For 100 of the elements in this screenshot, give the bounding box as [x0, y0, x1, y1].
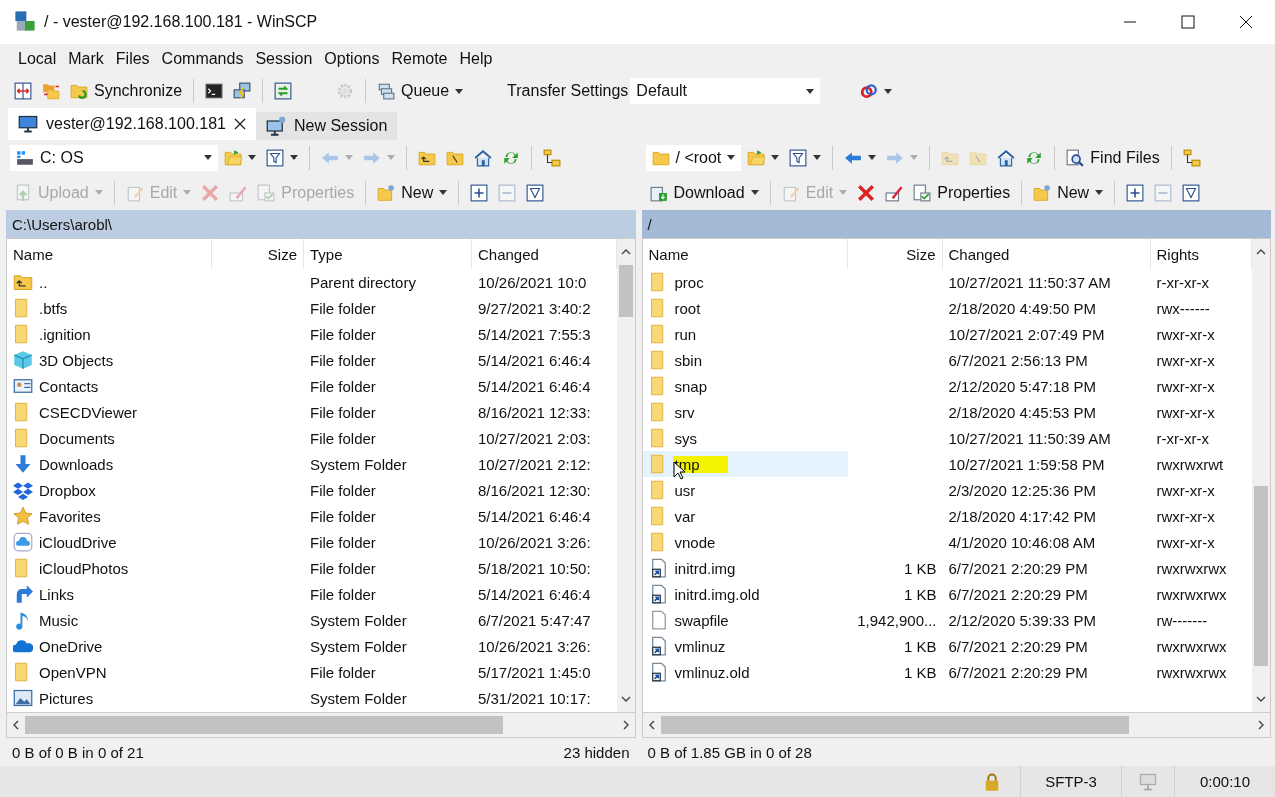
file-rights: rwxrwxrwx — [1156, 637, 1227, 655]
file-name-cell[interactable]: Downloads — [7, 451, 212, 477]
transfer-settings-dropdown[interactable]: Default — [630, 78, 821, 104]
file-type: File folder — [310, 481, 376, 499]
menu-item[interactable]: Session — [249, 47, 319, 71]
queue-button[interactable]: Queue — [373, 79, 468, 103]
vertical-scrollbar[interactable] — [616, 239, 635, 712]
scroll-down-icon[interactable] — [620, 694, 631, 704]
column-header[interactable]: Size — [212, 239, 304, 269]
menu-item[interactable]: Files — [109, 47, 156, 71]
file-name-cell[interactable]: Pictures — [7, 685, 212, 711]
scroll-thumb[interactable] — [25, 716, 503, 734]
file-name-cell[interactable]: vmlinuz.old — [642, 659, 848, 685]
file-name-cell[interactable]: initrd.img — [642, 555, 848, 581]
menu-item[interactable]: Remote — [385, 47, 454, 71]
menu-item[interactable]: Commands — [155, 47, 250, 71]
horizontal-scrollbar[interactable] — [6, 713, 636, 738]
file-name-cell[interactable]: sbin — [642, 347, 848, 373]
scroll-right-icon[interactable] — [1256, 720, 1266, 730]
find-button[interactable]: Find Files — [1062, 145, 1164, 170]
file-name-cell[interactable]: var — [642, 503, 848, 529]
home-icon — [997, 148, 1016, 167]
filter-icon — [789, 148, 808, 167]
scroll-thumb[interactable] — [618, 265, 633, 317]
file-name: iCloudPhotos — [38, 559, 130, 577]
file-name-cell[interactable]: snap — [642, 373, 848, 399]
file-name-cell[interactable]: vnode — [642, 529, 848, 555]
new-button[interactable]: New — [373, 180, 452, 205]
menu-item[interactable]: Options — [318, 47, 386, 71]
session-tab[interactable]: New Session — [255, 112, 398, 140]
upload-icon — [14, 183, 32, 202]
file-name: Favorites — [38, 507, 102, 525]
file-name-cell[interactable]: OneDrive — [7, 633, 212, 659]
file-name-cell[interactable]: srv — [642, 399, 848, 425]
menu-item[interactable]: Mark — [62, 47, 110, 71]
scroll-up-icon[interactable] — [1256, 247, 1266, 257]
file-name-cell[interactable]: Links — [7, 581, 212, 607]
setting-label: Transfer Settings — [507, 82, 629, 100]
column-header[interactable]: Changed — [942, 239, 1151, 269]
file-name-cell[interactable]: OpenVPN — [7, 659, 212, 685]
file-name-cell[interactable]: Music — [7, 607, 212, 633]
horizontal-scrollbar[interactable] — [641, 713, 1271, 738]
file-name-cell[interactable]: .ignition — [7, 321, 212, 347]
file-name-cell[interactable]: run — [642, 321, 848, 347]
changed-date: 10/27/2021 1:59:58 PM — [948, 455, 1105, 473]
file-name: .. — [38, 273, 49, 291]
file-name-cell[interactable]: Favorites — [7, 503, 212, 529]
drive-icon — [16, 148, 34, 167]
properties-button[interactable]: Properties — [909, 180, 1015, 205]
column-header[interactable]: Changed — [472, 239, 617, 269]
file-name-cell[interactable]: swapfile — [642, 607, 848, 633]
file-name-cell[interactable]: CSECDViewer — [7, 399, 212, 425]
changed-date: 10/26/2021 3:26: — [478, 533, 591, 551]
close-icon[interactable] — [233, 118, 246, 130]
vertical-scrollbar[interactable] — [1252, 239, 1270, 712]
changed-date: 5/14/2021 6:46:4 — [478, 507, 591, 525]
file-name-cell[interactable]: iCloudDrive — [7, 529, 212, 555]
gear-icon — [336, 82, 355, 100]
scroll-down-icon[interactable] — [1256, 694, 1266, 704]
file-name-cell[interactable]: initrd.img.old — [642, 581, 848, 607]
file-name-cell[interactable]: 3D Objects — [7, 347, 212, 373]
download-button[interactable]: Download — [645, 180, 763, 205]
changed-date: 10/27/2021 11:50:39 AM — [948, 429, 1111, 447]
file-rights: rwx------ — [1156, 299, 1210, 317]
file-name: vnode — [673, 533, 717, 551]
synchronize-button[interactable]: Synchronize — [66, 79, 187, 103]
file-name-cell[interactable]: usr — [642, 477, 848, 503]
new-button[interactable]: New — [1029, 180, 1108, 205]
file-name: sys — [673, 429, 698, 447]
file-name-cell[interactable]: .. — [7, 269, 212, 295]
file-name: iCloudDrive — [38, 533, 118, 551]
scroll-left-icon[interactable] — [11, 720, 21, 730]
file-name-cell[interactable]: root — [642, 295, 848, 321]
file-type: File folder — [310, 507, 376, 525]
changed-date: 2/18/2020 4:45:53 PM — [948, 403, 1097, 421]
file-name-cell[interactable]: proc — [642, 269, 848, 295]
scroll-up-icon[interactable] — [620, 247, 631, 257]
column-header[interactable]: Name — [7, 239, 212, 269]
file-name-cell[interactable]: vmlinuz — [642, 633, 848, 659]
file-name-cell[interactable]: sys — [642, 425, 848, 451]
home-icon — [474, 148, 492, 167]
menu-item[interactable]: Help — [453, 47, 499, 71]
file-name-cell[interactable]: .btfs — [7, 295, 212, 321]
drive-dropdown[interactable]: C: OS — [10, 144, 218, 171]
properties-icon — [913, 183, 932, 202]
column-header[interactable]: Size — [847, 239, 943, 269]
file-name-cell[interactable]: Contacts — [7, 373, 212, 399]
scroll-thumb[interactable] — [660, 716, 1129, 734]
boxes-icon — [13, 480, 33, 500]
menu-item[interactable]: Local — [12, 47, 63, 71]
scroll-thumb[interactable] — [1254, 486, 1268, 666]
directory-dropdown[interactable]: / <root — [645, 144, 742, 171]
column-header[interactable]: Name — [642, 239, 848, 269]
column-header[interactable]: Type — [304, 239, 472, 269]
session-tab[interactable]: vester@192.168.100.181 — [8, 108, 256, 140]
file-name-cell[interactable]: iCloudPhotos — [7, 555, 212, 581]
file-name-cell[interactable]: Documents — [7, 425, 212, 451]
changed-date: 6/7/2021 2:20:29 PM — [948, 585, 1088, 603]
file-size: 1 KB — [903, 585, 937, 603]
file-name-cell[interactable]: Dropbox — [7, 477, 212, 503]
